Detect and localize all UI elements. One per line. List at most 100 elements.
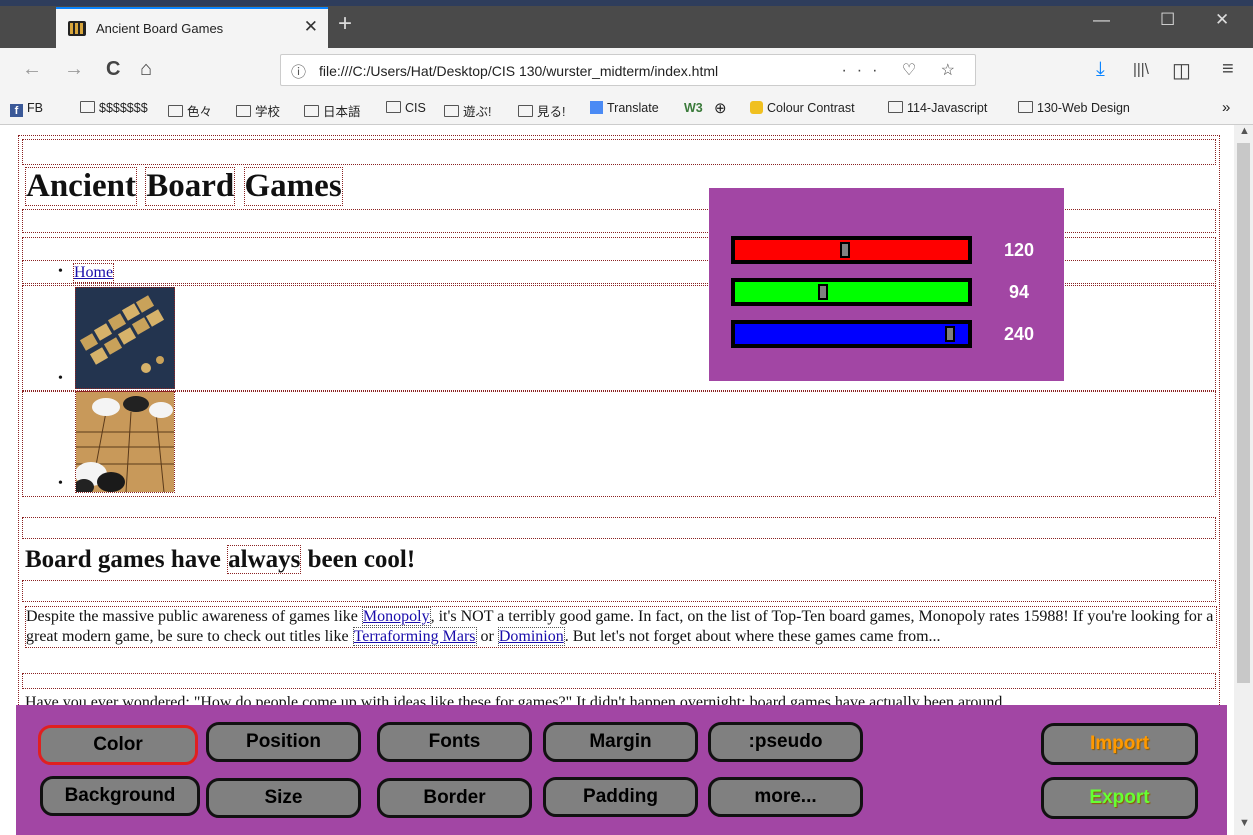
back-icon[interactable]: ← [22, 58, 42, 81]
scroll-up-icon[interactable]: ▲ [1239, 125, 1250, 137]
bookmark-folder[interactable]: 114-Javascript [888, 101, 987, 115]
bookmark-folder[interactable]: 日本語 [304, 101, 361, 120]
url-text[interactable]: file:///C:/Users/Hat/Desktop/CIS 130/wur… [319, 63, 718, 79]
section-outline [22, 673, 1216, 689]
import-button[interactable]: Import [1041, 723, 1198, 765]
folder-icon [80, 101, 95, 113]
tab-close-icon[interactable]: ✕ [304, 17, 318, 37]
bookmarks-bar: f FB $$$$$$$ 色々 学校 日本語 CIS 遊ぶ! 見る! Transl… [0, 94, 1253, 125]
reload-icon[interactable]: C [106, 58, 120, 81]
history-paragraph: Have you ever wondered: "How do people c… [25, 694, 1003, 705]
bookmark-folder[interactable]: 見る! [518, 101, 565, 120]
folder-icon [168, 105, 183, 117]
position-button[interactable]: Position [206, 722, 361, 762]
title-bar: Ancient Board Games ✕ + — ☐ ✕ [0, 0, 1253, 48]
bookmark-colour-contrast[interactable]: Colour Contrast [750, 101, 855, 115]
green-slider[interactable] [731, 278, 972, 306]
home-link[interactable]: Home [73, 263, 115, 283]
home-icon[interactable]: ⌂ [140, 58, 152, 81]
scroll-down-icon[interactable]: ▼ [1239, 817, 1250, 829]
fonts-button[interactable]: Fonts [377, 722, 532, 762]
folder-icon [304, 105, 319, 117]
margin-button[interactable]: Margin [543, 722, 698, 762]
export-button[interactable]: Export [1041, 777, 1198, 819]
url-bar[interactable]: ⓘ file:///C:/Users/Hat/Desktop/CIS 130/w… [280, 54, 976, 86]
red-slider-knob[interactable] [839, 242, 850, 258]
translate-icon [590, 101, 603, 114]
background-button[interactable]: Background [40, 776, 200, 816]
folder-icon [444, 105, 459, 117]
go-board-picture [76, 392, 174, 492]
board-game-image [75, 287, 175, 389]
bullet: • [58, 476, 63, 491]
bookmark-folder[interactable]: $$$$$$$ [80, 101, 148, 115]
browser-window: Ancient Board Games ✕ + — ☐ ✕ ← → C ⌂ ⓘ … [0, 0, 1253, 835]
title-strip [0, 0, 1253, 6]
green-slider-track [735, 282, 968, 302]
maximize-icon[interactable]: ☐ [1160, 10, 1175, 30]
close-window-icon[interactable]: ✕ [1215, 10, 1229, 30]
section-outline [22, 517, 1216, 539]
info-icon[interactable]: ⓘ [291, 61, 306, 82]
section-outline [22, 580, 1216, 602]
menu-icon[interactable]: ≡ [1222, 58, 1234, 81]
bookmark-translate[interactable]: Translate [590, 101, 659, 115]
bookmark-fb[interactable]: f FB [10, 101, 43, 117]
folder-icon [1018, 101, 1033, 113]
folder-icon [888, 101, 903, 113]
green-value: 94 [1008, 282, 1030, 302]
page-title: Ancient Board Games [25, 167, 343, 206]
padding-button[interactable]: Padding [543, 777, 698, 817]
blue-slider-knob[interactable] [944, 326, 955, 342]
bookmark-folder[interactable]: 遊ぶ! [444, 101, 491, 120]
monopoly-link[interactable]: Monopoly [361, 607, 431, 626]
mahjong-tiles-picture [76, 288, 174, 388]
facebook-icon: f [10, 104, 23, 117]
folder-icon [386, 101, 401, 113]
bookmark-folder[interactable]: 130-Web Design [1018, 101, 1130, 115]
folder-icon [236, 105, 251, 117]
bookmark-folder[interactable]: CIS [386, 101, 426, 115]
navigation-bar: ← → C ⌂ ⓘ file:///C:/Users/Hat/Desktop/C… [0, 48, 1253, 94]
bookmark-folder[interactable]: 色々 [168, 101, 212, 120]
tab-title: Ancient Board Games [96, 21, 224, 36]
more-button[interactable]: more... [708, 777, 863, 817]
title-word: Board [145, 167, 236, 206]
color-picker-panel: 120 94 240 [709, 188, 1064, 381]
bullet: • [58, 371, 63, 386]
bullet: • [58, 264, 63, 279]
pseudo-button[interactable]: :pseudo [708, 722, 863, 762]
list-item [22, 391, 1216, 497]
section-heading: Board games have always been cool! [25, 545, 416, 574]
minimize-icon[interactable]: — [1093, 10, 1110, 30]
header-outline [22, 139, 1216, 165]
globe-icon[interactable]: ⊕ [714, 99, 727, 117]
page-actions-icons[interactable]: ··· ♡ ☆ [841, 60, 965, 80]
size-button[interactable]: Size [206, 778, 361, 818]
tab-ancient-board-games[interactable]: Ancient Board Games ✕ [56, 7, 328, 48]
library-icon[interactable]: |||\ [1133, 61, 1149, 78]
red-value: 120 [1003, 240, 1035, 260]
emphasis-word: always [227, 545, 302, 574]
download-icon[interactable]: ⤓ [1096, 58, 1105, 81]
blue-slider-track [735, 324, 968, 344]
scrollbar-thumb[interactable] [1237, 143, 1250, 683]
folder-icon [518, 105, 533, 117]
forward-icon[interactable]: → [64, 58, 84, 81]
bookmarks-overflow-icon[interactable]: » [1222, 99, 1230, 116]
terraforming-mars-link[interactable]: Terraforming Mars [352, 627, 477, 646]
color-button[interactable]: Color [38, 725, 198, 765]
sidebar-icon[interactable]: ◫ [1172, 58, 1191, 83]
title-word: Games [243, 167, 343, 206]
bookmark-w3[interactable]: W3 [684, 101, 703, 115]
border-button[interactable]: Border [377, 778, 532, 818]
new-tab-icon[interactable]: + [338, 10, 352, 38]
colour-contrast-icon [750, 101, 763, 114]
blue-slider[interactable] [731, 320, 972, 348]
dominion-link[interactable]: Dominion [497, 627, 565, 646]
red-slider[interactable] [731, 236, 972, 264]
green-slider-knob[interactable] [817, 284, 828, 300]
bookmark-folder[interactable]: 学校 [236, 101, 280, 120]
page-scrollbar[interactable]: ▲ ▼ [1234, 125, 1253, 835]
css-editor-toolbar: Color Position Fonts Margin :pseudo Back… [16, 705, 1227, 835]
